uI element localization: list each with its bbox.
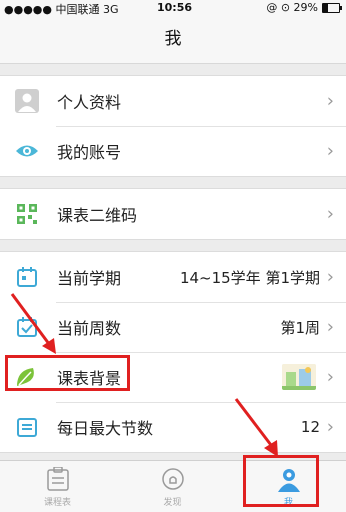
chevron-right-icon: › <box>326 266 334 288</box>
status-indicators: @ ⊙ 29% <box>266 1 318 14</box>
tab-discover[interactable]: 发现 <box>115 461 230 512</box>
tab-timetable[interactable]: 课程表 <box>0 461 115 512</box>
annotation-box-background <box>5 355 130 391</box>
row-label: 当前学期 <box>57 269 122 288</box>
status-time: 10:56 <box>157 1 193 14</box>
row-value: 12 <box>300 418 320 436</box>
timetable-icon <box>46 466 69 495</box>
account-eye-icon <box>15 139 39 163</box>
chevron-right-icon: › <box>326 416 334 438</box>
row-label: 我的账号 <box>57 143 122 162</box>
row-value: 第1周 <box>280 318 320 337</box>
calendar-icon <box>15 265 39 289</box>
qr-group: 课表二维码 › <box>0 188 346 240</box>
row-qr-code[interactable]: 课表二维码 › <box>0 189 346 239</box>
list-icon <box>15 415 39 439</box>
battery-icon <box>322 3 342 13</box>
status-bar: ●●●●● 中国联通 3G 10:56 @ ⊙ 29% <box>0 0 346 16</box>
row-value: 14~15学年 第1学期 <box>179 268 320 287</box>
profile-group: 个人资料 › 我的账号 › <box>0 75 346 177</box>
page-title: 我 <box>164 29 182 49</box>
row-profile[interactable]: 个人资料 › <box>0 76 346 126</box>
row-max-daily-periods[interactable]: 每日最大节数 12 › <box>0 402 346 452</box>
bulb-icon <box>161 467 185 495</box>
row-label: 课表二维码 <box>57 206 138 225</box>
row-label: 每日最大节数 <box>57 419 154 438</box>
qr-code-icon <box>15 202 39 226</box>
row-account[interactable]: 我的账号 › <box>0 126 346 176</box>
tab-label: 课程表 <box>43 498 71 508</box>
chevron-right-icon: › <box>326 140 334 162</box>
nav-bar: 我 <box>0 16 346 64</box>
row-label: 个人资料 <box>57 93 122 112</box>
carrier-label: ●●●●● 中国联通 3G <box>4 3 119 16</box>
chevron-right-icon: › <box>326 90 334 112</box>
tab-label: 发现 <box>163 498 182 508</box>
avatar-icon <box>15 89 39 113</box>
chevron-right-icon: › <box>326 316 334 338</box>
background-thumbnail <box>282 364 316 390</box>
annotation-arrow-icon <box>10 293 56 354</box>
annotation-arrow-icon <box>234 398 278 457</box>
chevron-right-icon: › <box>326 366 334 388</box>
chevron-right-icon: › <box>326 203 334 225</box>
